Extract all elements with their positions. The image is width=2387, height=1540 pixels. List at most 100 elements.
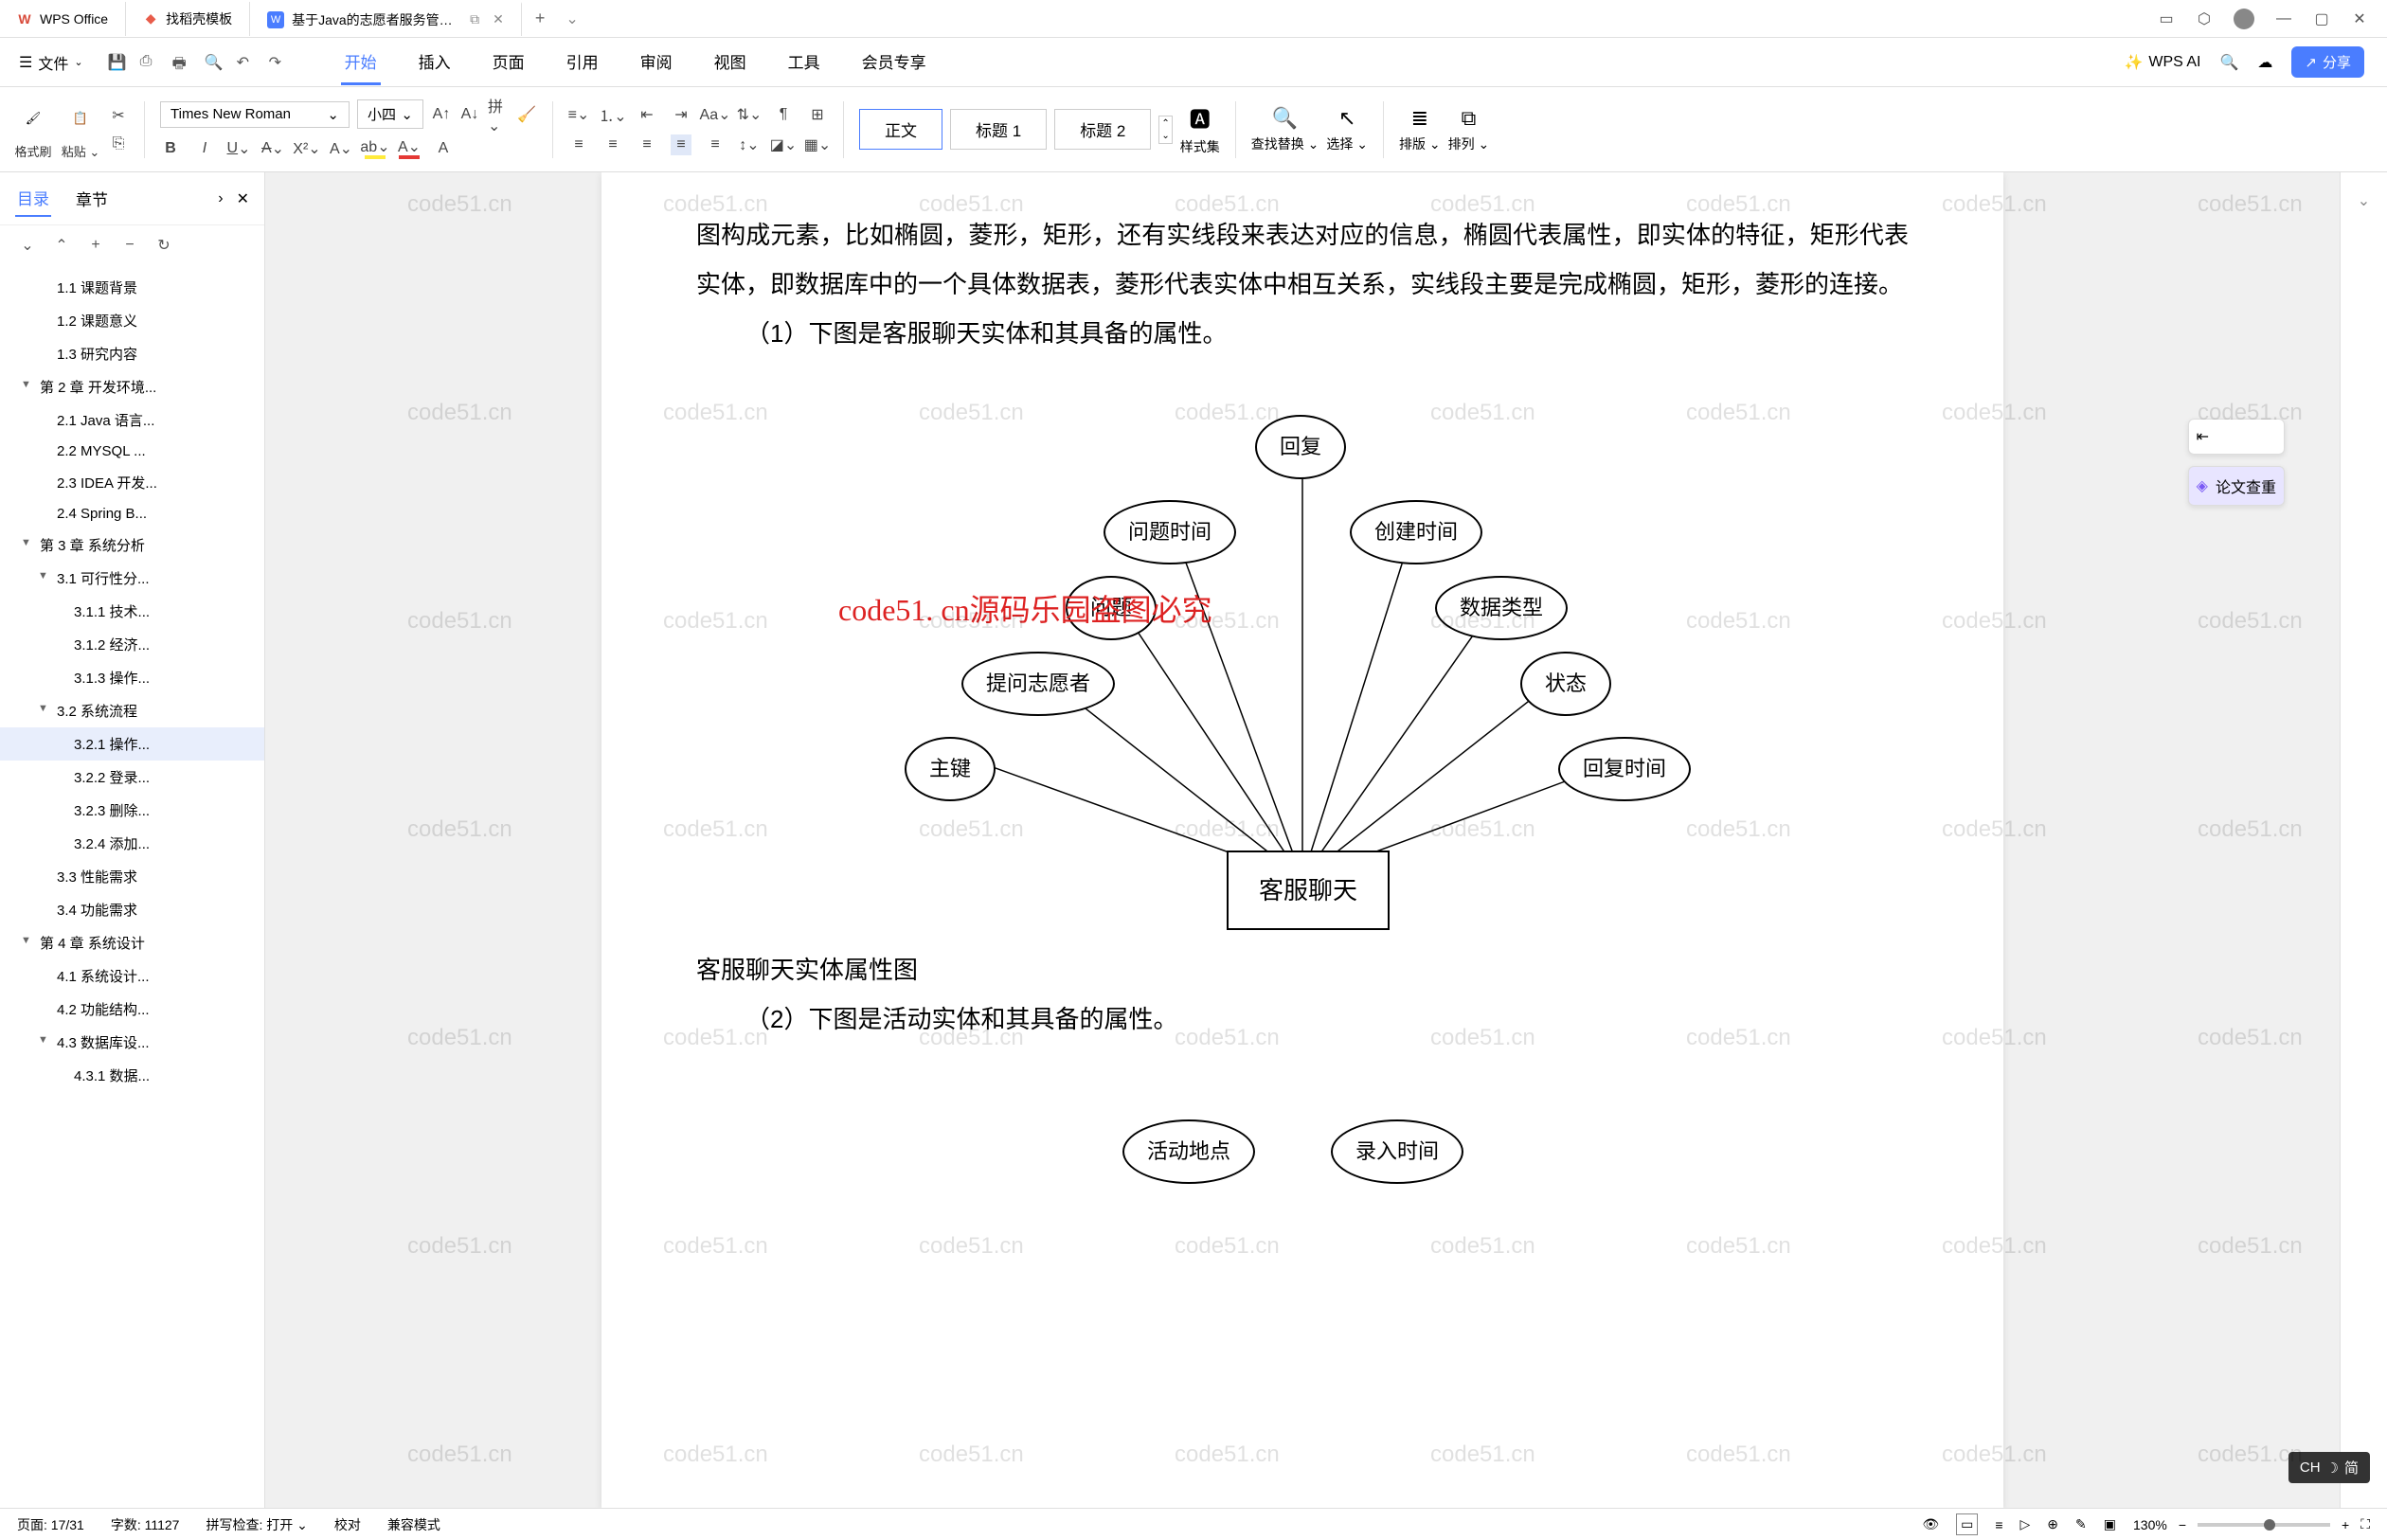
preview-icon[interactable]: 🔍 xyxy=(205,53,224,72)
clear-format-icon[interactable]: 🧹 xyxy=(516,104,537,125)
paste-icon[interactable]: 📋 xyxy=(61,98,100,138)
outline-item[interactable]: ▼第 3 章 系统分析 xyxy=(0,528,264,562)
menu-page[interactable]: 页面 xyxy=(489,40,529,85)
outline-item[interactable]: ▼第 4 章 系统设计 xyxy=(0,926,264,959)
avatar-icon[interactable] xyxy=(2234,9,2254,29)
proofing[interactable]: 校对 xyxy=(334,1515,361,1534)
search-icon[interactable]: 🔍 xyxy=(2219,53,2238,72)
page-view-icon[interactable]: ▭ xyxy=(1956,1513,1978,1535)
add-tab-button[interactable]: + xyxy=(522,9,559,28)
float-expand-button[interactable]: ⇤ xyxy=(2188,419,2285,455)
shading-icon[interactable]: ◪⌄ xyxy=(773,134,794,155)
close-icon[interactable]: ✕ xyxy=(237,189,249,208)
paper-check-button[interactable]: ◈ 论文查重 xyxy=(2188,466,2285,506)
underline-icon[interactable]: U⌄ xyxy=(228,138,249,159)
print-icon[interactable]: 🖶 xyxy=(172,53,191,72)
remove-icon[interactable]: − xyxy=(119,235,140,256)
caret-icon[interactable]: ▼ xyxy=(21,935,31,946)
phonetic-icon[interactable]: 拼⌄ xyxy=(488,104,509,125)
undo-icon[interactable]: ↶ xyxy=(237,53,256,72)
number-list-icon[interactable]: ⒈⌄ xyxy=(602,104,623,125)
rail-chevron-icon[interactable]: ⌄ xyxy=(2358,191,2370,210)
spell-check[interactable]: 拼写检查: 打开 ⌄ xyxy=(206,1515,307,1534)
app-tab[interactable]: W WPS Office xyxy=(0,2,126,36)
increase-indent-icon[interactable]: ⇥ xyxy=(671,104,691,125)
bullet-list-icon[interactable]: ≡⌄ xyxy=(568,104,589,125)
tab-document[interactable]: W 基于Java的志愿者服务管理系统 ⧉ ✕ xyxy=(250,2,522,36)
outline-item[interactable]: 1.1 课题背景 xyxy=(0,271,264,304)
caret-icon[interactable]: ▼ xyxy=(21,537,31,548)
strikethrough-icon[interactable]: A⌄ xyxy=(262,138,283,159)
zoom-slider[interactable] xyxy=(2198,1523,2330,1527)
sidebar-tab-chapter[interactable]: 章节 xyxy=(74,181,110,216)
text-effect-icon[interactable]: A⌄ xyxy=(331,138,351,159)
caret-icon[interactable]: ▼ xyxy=(38,1034,48,1046)
wps-ai-button[interactable]: ✨ WPS AI xyxy=(2124,53,2200,72)
outline-item[interactable]: ▼3.2 系统流程 xyxy=(0,694,264,727)
change-case-icon[interactable]: Aa⌄ xyxy=(705,104,726,125)
menu-start[interactable]: 开始 xyxy=(341,40,381,85)
outline-item[interactable]: 2.4 Spring B... xyxy=(0,499,264,528)
fullscreen-icon[interactable]: ⛶ xyxy=(2360,1516,2370,1532)
export-icon[interactable]: ⎙ xyxy=(140,53,159,72)
outline-item[interactable]: 3.2.3 删除... xyxy=(0,794,264,827)
outline-item[interactable]: 4.2 功能结构... xyxy=(0,993,264,1026)
style-heading1[interactable]: 标题 1 xyxy=(950,109,1047,150)
copy-icon[interactable]: ⎘ xyxy=(108,134,129,154)
outline-item[interactable]: ▼第 2 章 开发环境... xyxy=(0,370,264,403)
bold-icon[interactable]: B xyxy=(160,138,181,159)
tab-icon[interactable]: ⊞ xyxy=(807,104,828,125)
compat-mode[interactable]: 兼容模式 xyxy=(387,1515,440,1534)
menu-view[interactable]: 视图 xyxy=(710,40,750,85)
font-color-icon[interactable]: A⌄ xyxy=(399,138,420,159)
outline-item[interactable]: 3.1.2 经济... xyxy=(0,628,264,661)
caret-icon[interactable]: ▼ xyxy=(38,703,48,714)
distribute-icon[interactable]: ≡ xyxy=(705,134,726,155)
tab-template[interactable]: ◆ 找稻壳模板 xyxy=(126,2,250,36)
outline-item[interactable]: 3.1.3 操作... xyxy=(0,661,264,694)
layout-group[interactable]: ≣ 排版 ⌄ xyxy=(1399,106,1441,153)
menu-member[interactable]: 会员专享 xyxy=(858,40,930,85)
outline-item[interactable]: 3.3 性能需求 xyxy=(0,860,264,893)
outline-item[interactable]: 2.2 MYSQL ... xyxy=(0,437,264,466)
layout-icon[interactable]: ▭ xyxy=(2158,10,2175,27)
close-icon[interactable]: ✕ xyxy=(493,11,504,27)
focus-icon[interactable]: ▣ xyxy=(2104,1516,2116,1532)
decrease-font-icon[interactable]: A↓ xyxy=(459,104,480,125)
cube-icon[interactable]: ⬡ xyxy=(2196,10,2213,27)
chevron-right-icon[interactable]: › xyxy=(218,190,223,207)
page-info[interactable]: 页面: 17/31 xyxy=(17,1515,84,1534)
redo-icon[interactable]: ↷ xyxy=(269,53,288,72)
collapse-up-icon[interactable]: ⌃ xyxy=(51,235,72,256)
select-group[interactable]: ↖ 选择 ⌄ xyxy=(1326,106,1368,153)
menu-insert[interactable]: 插入 xyxy=(415,40,455,85)
outline-item[interactable]: 3.2.4 添加... xyxy=(0,827,264,860)
document-area[interactable]: 图构成元素，比如椭圆，菱形，矩形，还有实线段来表达对应的信息，椭圆代表属性，即实… xyxy=(265,172,2340,1508)
tab-popout-icon[interactable]: ⧉ xyxy=(470,11,479,27)
share-button[interactable]: ↗ 分享 xyxy=(2291,46,2364,78)
outline-item[interactable]: 3.2.2 登录... xyxy=(0,761,264,794)
cloud-icon[interactable]: ☁ xyxy=(2257,53,2272,72)
format-brush-icon[interactable]: 🖌 xyxy=(13,98,53,138)
outline-view-icon[interactable]: ≡ xyxy=(1995,1517,2002,1532)
menu-review[interactable]: 审阅 xyxy=(637,40,676,85)
para-mark-icon[interactable]: ¶ xyxy=(773,104,794,125)
refresh-icon[interactable]: ↻ xyxy=(153,235,174,256)
outline-item[interactable]: 1.2 课题意义 xyxy=(0,304,264,337)
zoom-out-icon[interactable]: − xyxy=(2179,1517,2186,1532)
zoom-in-icon[interactable]: + xyxy=(2342,1517,2349,1532)
cut-icon[interactable]: ✂ xyxy=(108,105,129,126)
font-name-select[interactable]: Times New Roman⌄ xyxy=(160,101,350,128)
font-size-select[interactable]: 小四⌄ xyxy=(357,99,423,129)
caret-icon[interactable]: ▼ xyxy=(38,570,48,582)
style-normal[interactable]: 正文 xyxy=(859,109,942,150)
align-left-icon[interactable]: ≡ xyxy=(568,134,589,155)
align-right-icon[interactable]: ≡ xyxy=(637,134,657,155)
outline-item[interactable]: 3.1.1 技术... xyxy=(0,595,264,628)
maximize-icon[interactable]: ▢ xyxy=(2313,10,2330,27)
menu-tools[interactable]: 工具 xyxy=(784,40,824,85)
outline-item[interactable]: 2.3 IDEA 开发... xyxy=(0,466,264,499)
outline-item[interactable]: 3.4 功能需求 xyxy=(0,893,264,926)
decrease-indent-icon[interactable]: ⇤ xyxy=(637,104,657,125)
outline-item[interactable]: 1.3 研究内容 xyxy=(0,337,264,370)
